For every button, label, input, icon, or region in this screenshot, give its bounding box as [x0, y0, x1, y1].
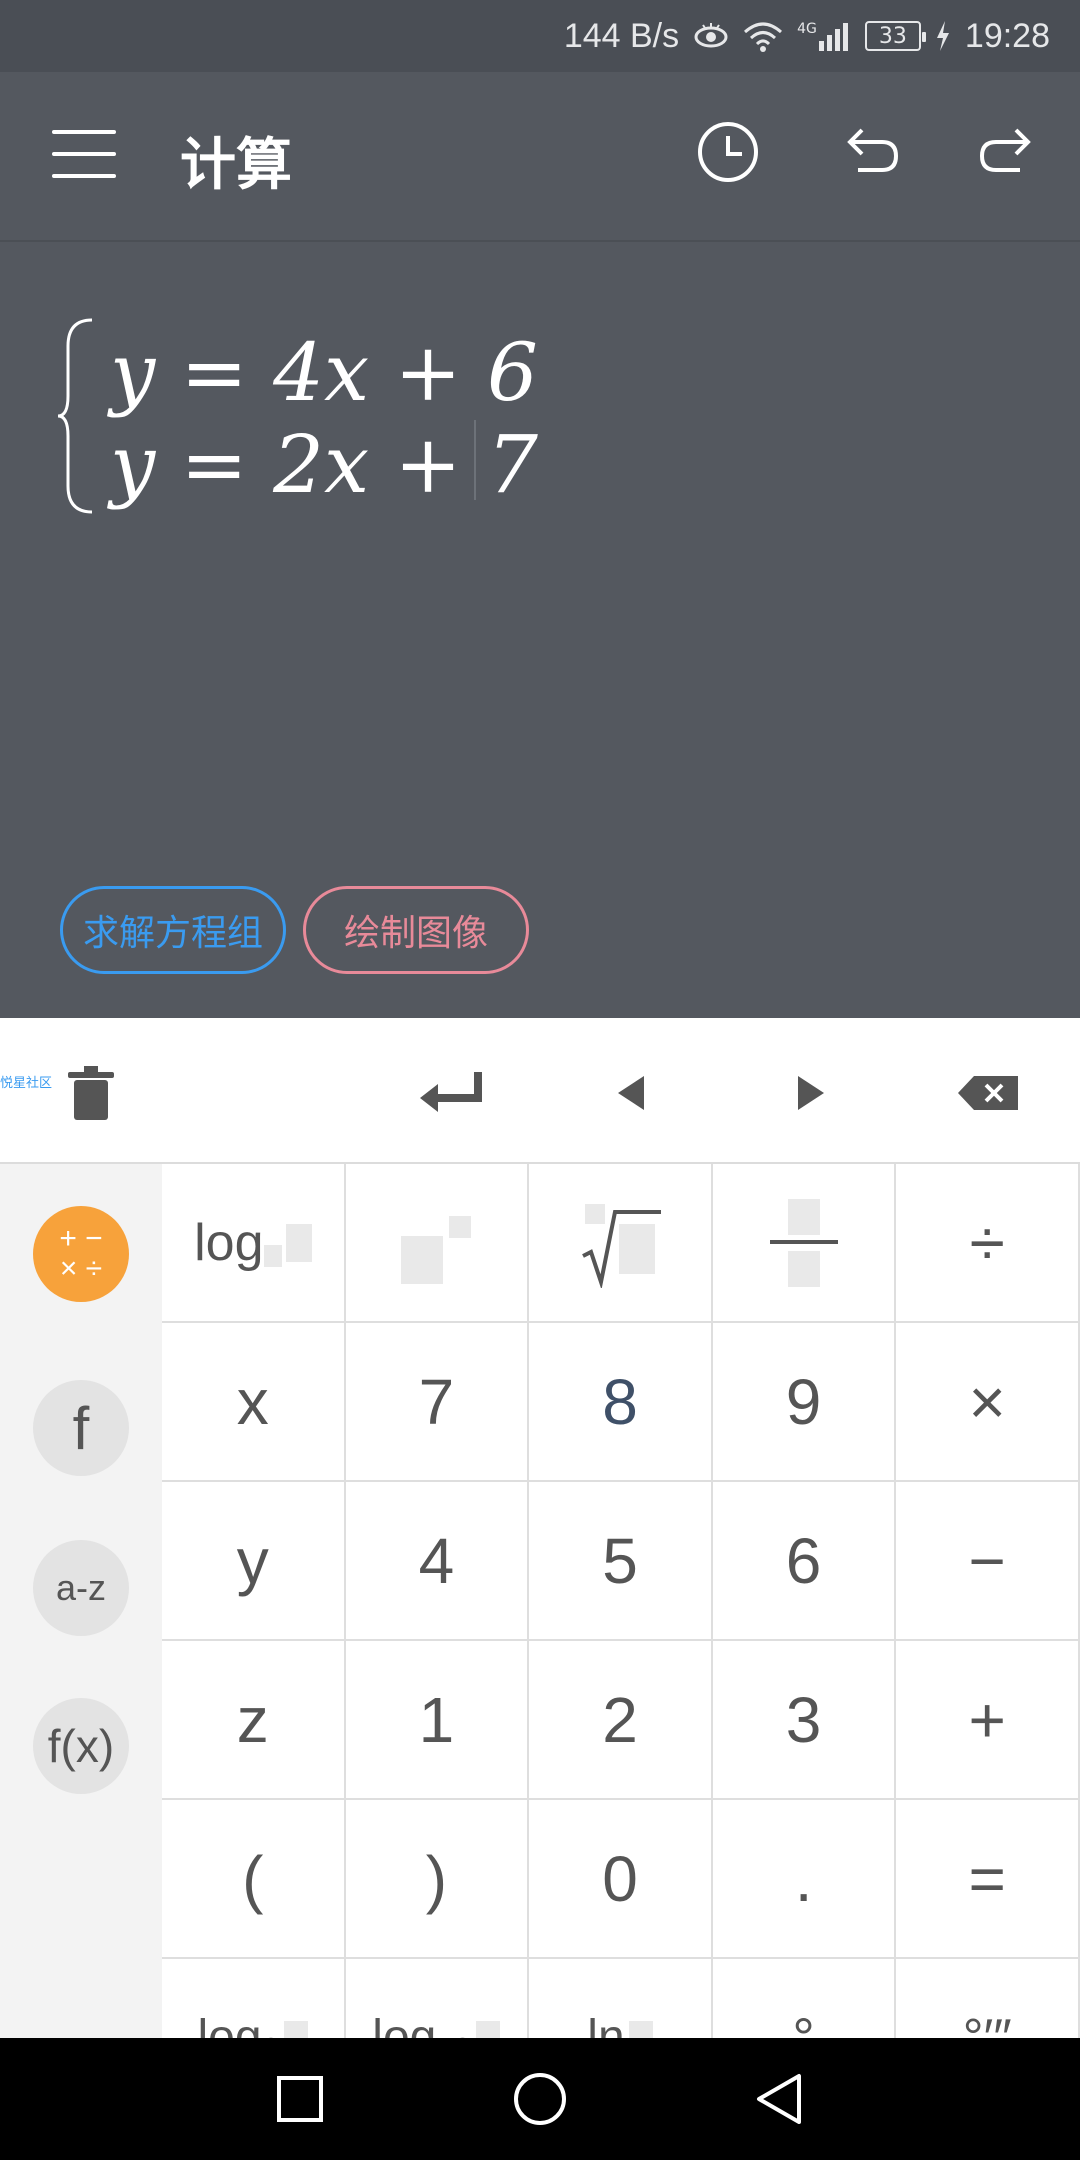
mode-function-button[interactable]: f	[33, 1380, 129, 1476]
redo-button[interactable]	[968, 112, 1048, 192]
expression-area[interactable]: y = 4x + 6 y = 2x + 7 求解方程组 绘制图像	[0, 244, 1080, 1018]
community-label[interactable]: 悦星社区	[0, 1072, 52, 1091]
mode-selector: + − × ÷ f a-z f(x)	[0, 1164, 162, 2038]
eye-icon	[693, 23, 729, 49]
key-5[interactable]: 5	[529, 1482, 713, 1641]
text-cursor	[474, 420, 476, 500]
clear-button[interactable]	[46, 1048, 136, 1138]
brace-icon	[58, 318, 93, 514]
key-close-paren[interactable]: )	[345, 1800, 530, 1959]
backspace-icon	[958, 1076, 1018, 1110]
redo-icon	[979, 128, 1031, 172]
wifi-icon	[743, 20, 783, 52]
sqrt-icon	[582, 1203, 661, 1288]
page-title: 计算	[180, 133, 292, 198]
back-button[interactable]	[749, 2068, 811, 2130]
key-1[interactable]: 1	[345, 1641, 530, 1800]
cursor-right-button[interactable]	[766, 1048, 856, 1138]
key-x[interactable]: x	[162, 1323, 346, 1482]
key-3[interactable]: 3	[712, 1641, 897, 1800]
key-log10[interactable]: log₁₀	[346, 1959, 530, 2038]
history-button[interactable]	[688, 112, 768, 192]
enter-icon	[420, 1072, 482, 1112]
key-z[interactable]: z	[162, 1641, 346, 1800]
triangle-right-icon	[798, 1076, 824, 1110]
backspace-button[interactable]	[944, 1048, 1034, 1138]
fraction-icon	[769, 1198, 838, 1287]
battery-level: 33	[878, 23, 907, 49]
key-6[interactable]: 6	[712, 1482, 897, 1641]
charging-icon	[935, 21, 951, 51]
status-bar: 144 B/s 4G 33 19:28	[0, 0, 1080, 72]
key-0[interactable]: 0	[529, 1800, 713, 1959]
triangle-left-icon	[618, 1076, 644, 1110]
enter-button[interactable]	[406, 1048, 496, 1138]
exponent-placeholder-icon	[449, 1215, 472, 1238]
key-plus[interactable]: +	[896, 1641, 1080, 1800]
menu-button[interactable]	[52, 130, 116, 184]
key-divide[interactable]: ÷	[896, 1164, 1080, 1323]
key-minus[interactable]: −	[896, 1482, 1080, 1641]
base-placeholder-icon	[401, 1235, 444, 1284]
menu-icon	[52, 130, 116, 134]
clock: 19:28	[964, 16, 1050, 55]
keypad: + − × ÷ f a-z f(x) log ÷ x 7 8 9 × y 4 5…	[0, 1164, 1080, 2038]
key-y[interactable]: y	[162, 1482, 346, 1641]
key-dms[interactable]: °′″	[896, 1959, 1080, 2038]
mode-letters-button[interactable]: a-z	[33, 1540, 129, 1636]
plot-graph-button[interactable]: 绘制图像	[303, 886, 529, 974]
key-7[interactable]: 7	[345, 1323, 530, 1482]
key-4[interactable]: 4	[345, 1482, 530, 1641]
app-bar: 计算	[0, 72, 1080, 242]
home-button[interactable]	[509, 2068, 571, 2130]
undo-icon	[847, 128, 899, 172]
mode-operators-button[interactable]: + − × ÷	[33, 1206, 129, 1302]
signal-icon: 4G	[797, 21, 851, 51]
editing-toolbar: 悦星社区	[0, 1018, 1080, 1164]
undo-button[interactable]	[830, 112, 910, 192]
mode-fx-button[interactable]: f(x)	[33, 1698, 129, 1794]
circle-icon	[514, 2073, 566, 2125]
key-degree[interactable]: °	[713, 1959, 897, 2038]
key-decimal[interactable]: .	[712, 1800, 897, 1959]
equation-line-1[interactable]: y = 4x + 6	[110, 326, 538, 419]
navigation-bar	[0, 2038, 1080, 2160]
key-9[interactable]: 9	[712, 1323, 897, 1482]
square-icon	[277, 2076, 323, 2122]
key-sqrt[interactable]	[529, 1164, 713, 1323]
net-speed: 144 B/s	[563, 16, 680, 55]
trash-icon	[68, 1066, 114, 1120]
triangle-back-icon	[757, 2074, 801, 2124]
cursor-left-button[interactable]	[586, 1048, 676, 1138]
key-open-paren[interactable]: (	[162, 1800, 346, 1959]
network-type: 4G	[797, 21, 817, 37]
clock-icon	[698, 122, 758, 182]
key-8[interactable]: 8	[529, 1323, 713, 1482]
battery-icon: 33	[864, 21, 926, 51]
key-fraction[interactable]	[712, 1164, 897, 1323]
key-2[interactable]: 2	[529, 1641, 713, 1800]
key-log[interactable]: log	[162, 1164, 346, 1323]
key-equals[interactable]: =	[896, 1800, 1080, 1959]
recents-button[interactable]	[269, 2068, 331, 2130]
key-log2[interactable]: log₂	[162, 1959, 346, 2038]
key-ln[interactable]: ln	[529, 1959, 713, 2038]
key-power[interactable]	[345, 1164, 530, 1323]
key-multiply[interactable]: ×	[896, 1323, 1080, 1482]
solve-system-button[interactable]: 求解方程组	[60, 886, 286, 974]
